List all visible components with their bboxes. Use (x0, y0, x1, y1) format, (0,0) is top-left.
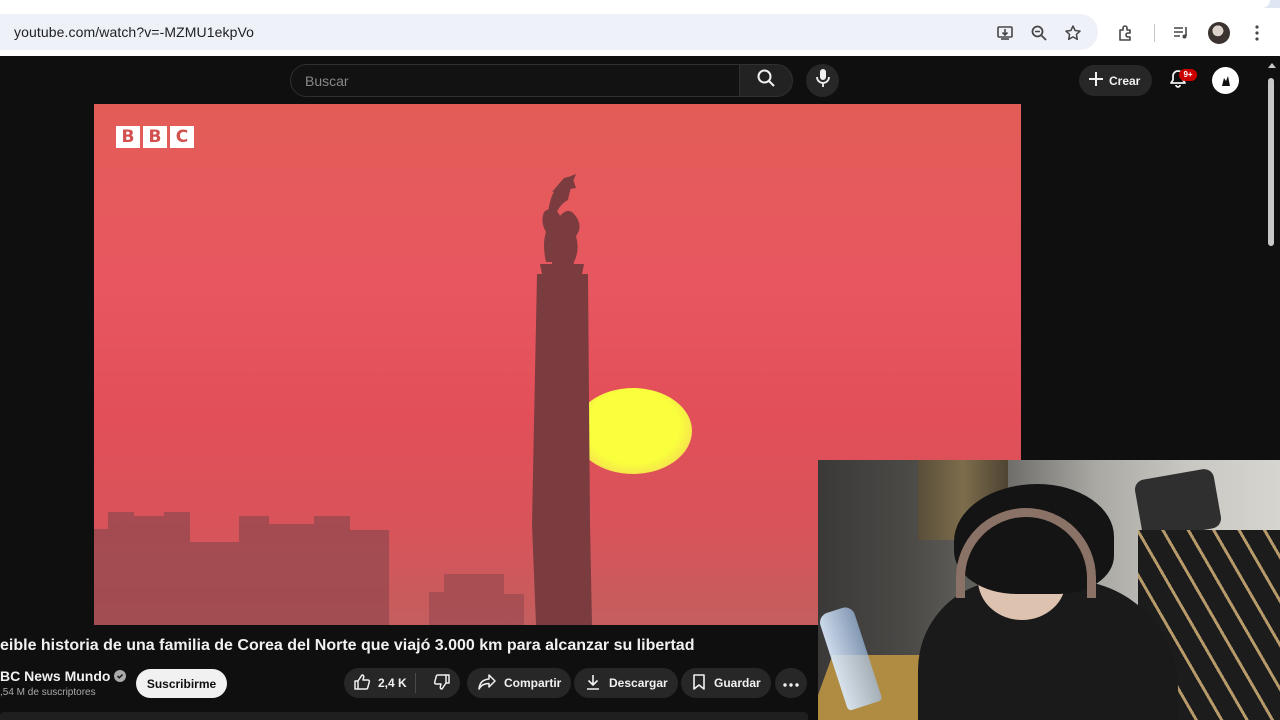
microphone-icon (815, 68, 831, 93)
like-count: 2,4 K (378, 676, 407, 690)
search-placeholder: Buscar (305, 73, 349, 89)
channel-name[interactable]: BC News Mundo (0, 668, 127, 684)
share-icon (477, 673, 497, 694)
voice-search-button[interactable] (806, 64, 839, 97)
bookmark-icon (691, 673, 707, 694)
create-label: Crear (1109, 73, 1141, 88)
url-text[interactable]: youtube.com/watch?v=-MZMU1ekpVo (14, 24, 254, 40)
channel-name-text[interactable]: BC News Mundo (0, 668, 110, 684)
search-input[interactable]: Buscar (290, 64, 740, 97)
scrollbar-thumb[interactable] (1268, 78, 1274, 246)
account-avatar[interactable] (1212, 67, 1239, 94)
menu-icon[interactable] (1246, 22, 1268, 44)
download-button[interactable]: Descargar (574, 668, 678, 698)
search-icon (756, 68, 776, 93)
notification-badge: 9+ (1179, 69, 1197, 81)
extensions-icon[interactable] (1115, 22, 1137, 44)
save-label: Guardar (714, 676, 761, 690)
like-dislike-group: 2,4 K (344, 668, 460, 698)
download-label: Descargar (609, 676, 668, 690)
profile-avatar[interactable] (1208, 22, 1230, 44)
download-icon (584, 673, 602, 694)
more-actions-button[interactable] (775, 668, 807, 698)
youtube-header: Buscar Crear (0, 56, 1280, 104)
share-label: Compartir (504, 676, 562, 690)
save-button[interactable]: Guardar (681, 668, 771, 698)
like-button[interactable]: 2,4 K (344, 673, 408, 694)
plus-icon (1089, 72, 1103, 89)
star-icon[interactable] (1062, 22, 1084, 44)
description-box-edge (0, 712, 808, 720)
create-button[interactable]: Crear (1079, 65, 1152, 96)
dislike-button[interactable] (423, 673, 460, 694)
subscriber-count: ,54 M de suscriptores (0, 687, 96, 698)
thumbs-up-icon (353, 673, 371, 694)
share-button[interactable]: Compartir (467, 668, 572, 698)
media-icon[interactable] (1170, 22, 1192, 44)
active-tab-edge (0, 0, 1270, 8)
thumbs-down-icon (433, 673, 451, 694)
install-icon[interactable] (994, 22, 1016, 44)
scroll-up-arrow[interactable] (1268, 63, 1276, 68)
verified-icon (114, 670, 127, 682)
toolbar-separator (1154, 24, 1155, 42)
like-divider (415, 673, 417, 693)
subscribe-button[interactable]: Suscribirme (136, 669, 227, 698)
tab-strip (0, 0, 1280, 8)
address-bar[interactable]: youtube.com/watch?v=-MZMU1ekpVo (0, 14, 1098, 50)
zoom-icon[interactable] (1028, 22, 1050, 44)
browser-toolbar: youtube.com/watch?v=-MZMU1ekpVo (0, 8, 1280, 56)
search-button[interactable] (740, 64, 793, 97)
video-title: eible historia de una familia de Corea d… (0, 637, 695, 654)
webcam-overlay (818, 460, 1280, 720)
more-horizontal-icon (783, 674, 799, 692)
